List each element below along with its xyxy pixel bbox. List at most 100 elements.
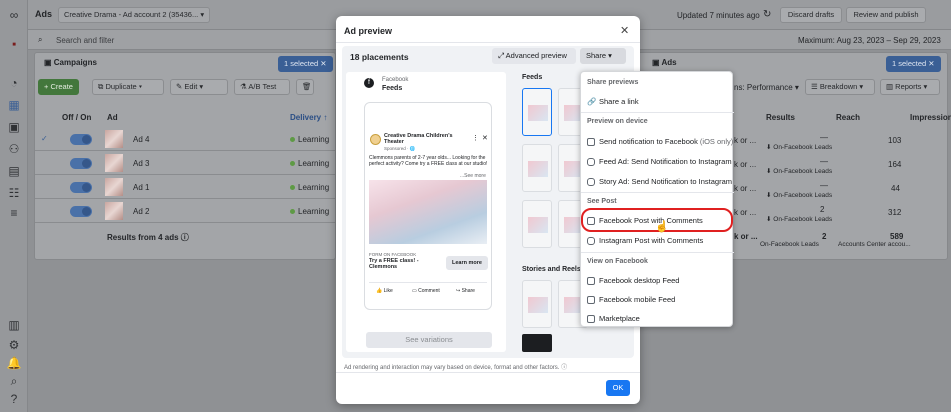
divider (581, 192, 734, 193)
search-icon[interactable]: ⌕ (6, 374, 22, 388)
instagram-icon (587, 178, 595, 186)
reach-value: 103 (888, 136, 902, 145)
reach-value: 164 (888, 160, 902, 169)
ad-headline: Try a FREE class! - Clemmons (369, 258, 419, 270)
meta-logo-icon[interactable]: ∞ (6, 8, 22, 22)
row-toggle[interactable] (70, 134, 92, 145)
advanced-preview-button[interactable]: ⤢ Advanced preview (492, 48, 576, 64)
feed-ad-instagram-item[interactable]: Feed Ad: Send Notification to Instagram (581, 152, 734, 171)
campaigns-icon[interactable]: ▦ (6, 98, 22, 112)
page-avatar (370, 134, 381, 145)
dashboard-icon[interactable]: ◔ (6, 76, 22, 90)
send-notification-facebook-item[interactable]: Send notification to Facebook (iOS only) (581, 132, 734, 151)
billing-icon[interactable]: ▤ (6, 164, 22, 178)
pages-icon[interactable]: ▣ (6, 120, 22, 134)
reels-tile[interactable] (522, 334, 552, 352)
menu-icon[interactable]: ≡ (6, 206, 22, 220)
ad-body-text: Clemmons parents of 2-7 year olds... Loo… (369, 155, 488, 167)
reach-value: 44 (891, 184, 900, 193)
summary-results-sub: On-Facebook Leads (760, 241, 819, 248)
mobile-feed-item[interactable]: Facebook mobile Feed (581, 290, 734, 309)
ok-button[interactable]: OK (606, 380, 630, 396)
col-onoff[interactable]: Off / On (62, 113, 91, 122)
placement-tile[interactable] (522, 280, 552, 328)
discard-drafts-button[interactable]: Discard drafts (780, 7, 842, 23)
ad-name[interactable]: Ad 2 (133, 207, 149, 216)
table-row[interactable]: Ad 3 Learning (35, 152, 335, 175)
duplicate-button[interactable]: ⧉ Duplicate ▾ (92, 79, 164, 95)
tools-icon[interactable]: ☷ (6, 186, 22, 200)
placement-tile[interactable] (522, 200, 552, 248)
delivery-status: Learning (290, 135, 329, 144)
learn-more-button[interactable]: Learn more (446, 256, 488, 270)
placement-tile[interactable] (522, 88, 552, 136)
columns-dropdown[interactable]: ns: Performance ▾ (734, 83, 799, 92)
row-toggle[interactable] (70, 158, 92, 169)
desktop-feed-item[interactable]: Facebook desktop Feed (581, 271, 734, 290)
more-options-icon[interactable]: ⋮ (472, 134, 479, 142)
account-selector[interactable]: Creative Drama - Ad account 2 (35436... … (58, 7, 210, 23)
ad-name[interactable]: Ad 1 (133, 183, 149, 192)
ab-test-button[interactable]: ⚗ A/B Test (234, 79, 290, 95)
row-toggle[interactable] (70, 206, 92, 217)
ads-tab[interactable]: ▣ Ads (652, 58, 677, 67)
summary-bid: k or ... (734, 232, 758, 241)
table-row[interactable]: Ad 2 Learning (35, 200, 335, 223)
share-action[interactable]: ↪ Share (456, 288, 475, 294)
ad-name[interactable]: Ad 3 (133, 159, 149, 168)
feeds-section-label: Feeds (522, 74, 543, 81)
row-toggle[interactable] (70, 182, 92, 193)
table-row[interactable]: Ad 1 Learning (35, 176, 335, 199)
campaigns-selected-badge[interactable]: 1 selected ✕ (278, 56, 333, 72)
row-checkbox[interactable]: ✓ (41, 134, 48, 143)
delivery-status: Learning (290, 159, 329, 168)
alerts-icon[interactable]: 🔔 (6, 356, 22, 370)
stories-section-label: Stories and Reels (522, 266, 581, 273)
reports-button[interactable]: ▥ Reports ▾ (880, 79, 940, 95)
col-delivery[interactable]: Delivery ↑ (290, 113, 327, 122)
col-reach[interactable]: Reach (836, 113, 860, 122)
like-action[interactable]: 👍 Like (376, 288, 393, 294)
help-icon[interactable]: ? (6, 392, 22, 406)
col-ad[interactable]: Ad (107, 113, 118, 122)
disclaimer-text: Ad rendering and interaction may vary ba… (344, 365, 568, 371)
review-publish-button[interactable]: Review and publish (846, 7, 926, 23)
summary-results: 2 (822, 232, 827, 241)
results-value: — (820, 133, 828, 142)
date-range[interactable]: Maximum: Aug 23, 2023 – Sep 29, 2023 (798, 36, 941, 45)
close-post-icon[interactable]: ✕ (482, 134, 488, 142)
col-results[interactable]: Results (766, 113, 795, 122)
instagram-icon (587, 158, 595, 166)
divider (369, 282, 487, 283)
search-input[interactable]: Search and filter (56, 36, 114, 45)
share-button[interactable]: Share ▾ (580, 48, 626, 64)
see-more-link[interactable]: ...See more (460, 173, 486, 179)
instagram-post-comments-item[interactable]: Instagram Post with Comments (581, 231, 734, 250)
results-value: — (820, 157, 828, 166)
notifications-icon[interactable]: ▥ (6, 318, 22, 332)
facebook-icon: f (364, 78, 374, 88)
delivery-status: Learning (290, 183, 329, 192)
placement-tile[interactable] (522, 144, 552, 192)
comment-action[interactable]: ▭ Comment (412, 288, 440, 294)
marketplace-item[interactable]: Marketplace (581, 309, 734, 328)
settings-icon[interactable]: ⚙ (6, 338, 22, 352)
ads-selected-badge[interactable]: 1 selected ✕ (886, 56, 941, 72)
col-impressions[interactable]: Impression (910, 113, 951, 122)
see-variations-button[interactable]: See variations (366, 332, 492, 348)
create-button[interactable]: + Create (38, 79, 79, 95)
delete-icon[interactable]: 🗑 (296, 79, 314, 95)
story-ad-instagram-item[interactable]: Story Ad: Send Notification to Instagram (581, 172, 734, 191)
search-icon: ⌕ (38, 35, 43, 44)
share-link-item[interactable]: 🔗 Share a link (581, 92, 734, 111)
edit-button[interactable]: ✎ Edit ▾ (170, 79, 228, 95)
refresh-icon[interactable]: ↻ (763, 9, 771, 20)
campaigns-tab[interactable]: ▣ Campaigns (44, 58, 97, 67)
placements-count: 18 placements (350, 52, 409, 62)
breakdown-button[interactable]: ☰ Breakdown ▾ (805, 79, 875, 95)
table-row[interactable]: ✓ Ad 4 Learning (35, 128, 335, 151)
audience-icon[interactable]: ⚇ (6, 142, 22, 156)
ad-name[interactable]: Ad 4 (133, 135, 149, 144)
account-avatar[interactable]: ■ (6, 38, 22, 52)
close-icon[interactable]: ✕ (620, 24, 629, 37)
